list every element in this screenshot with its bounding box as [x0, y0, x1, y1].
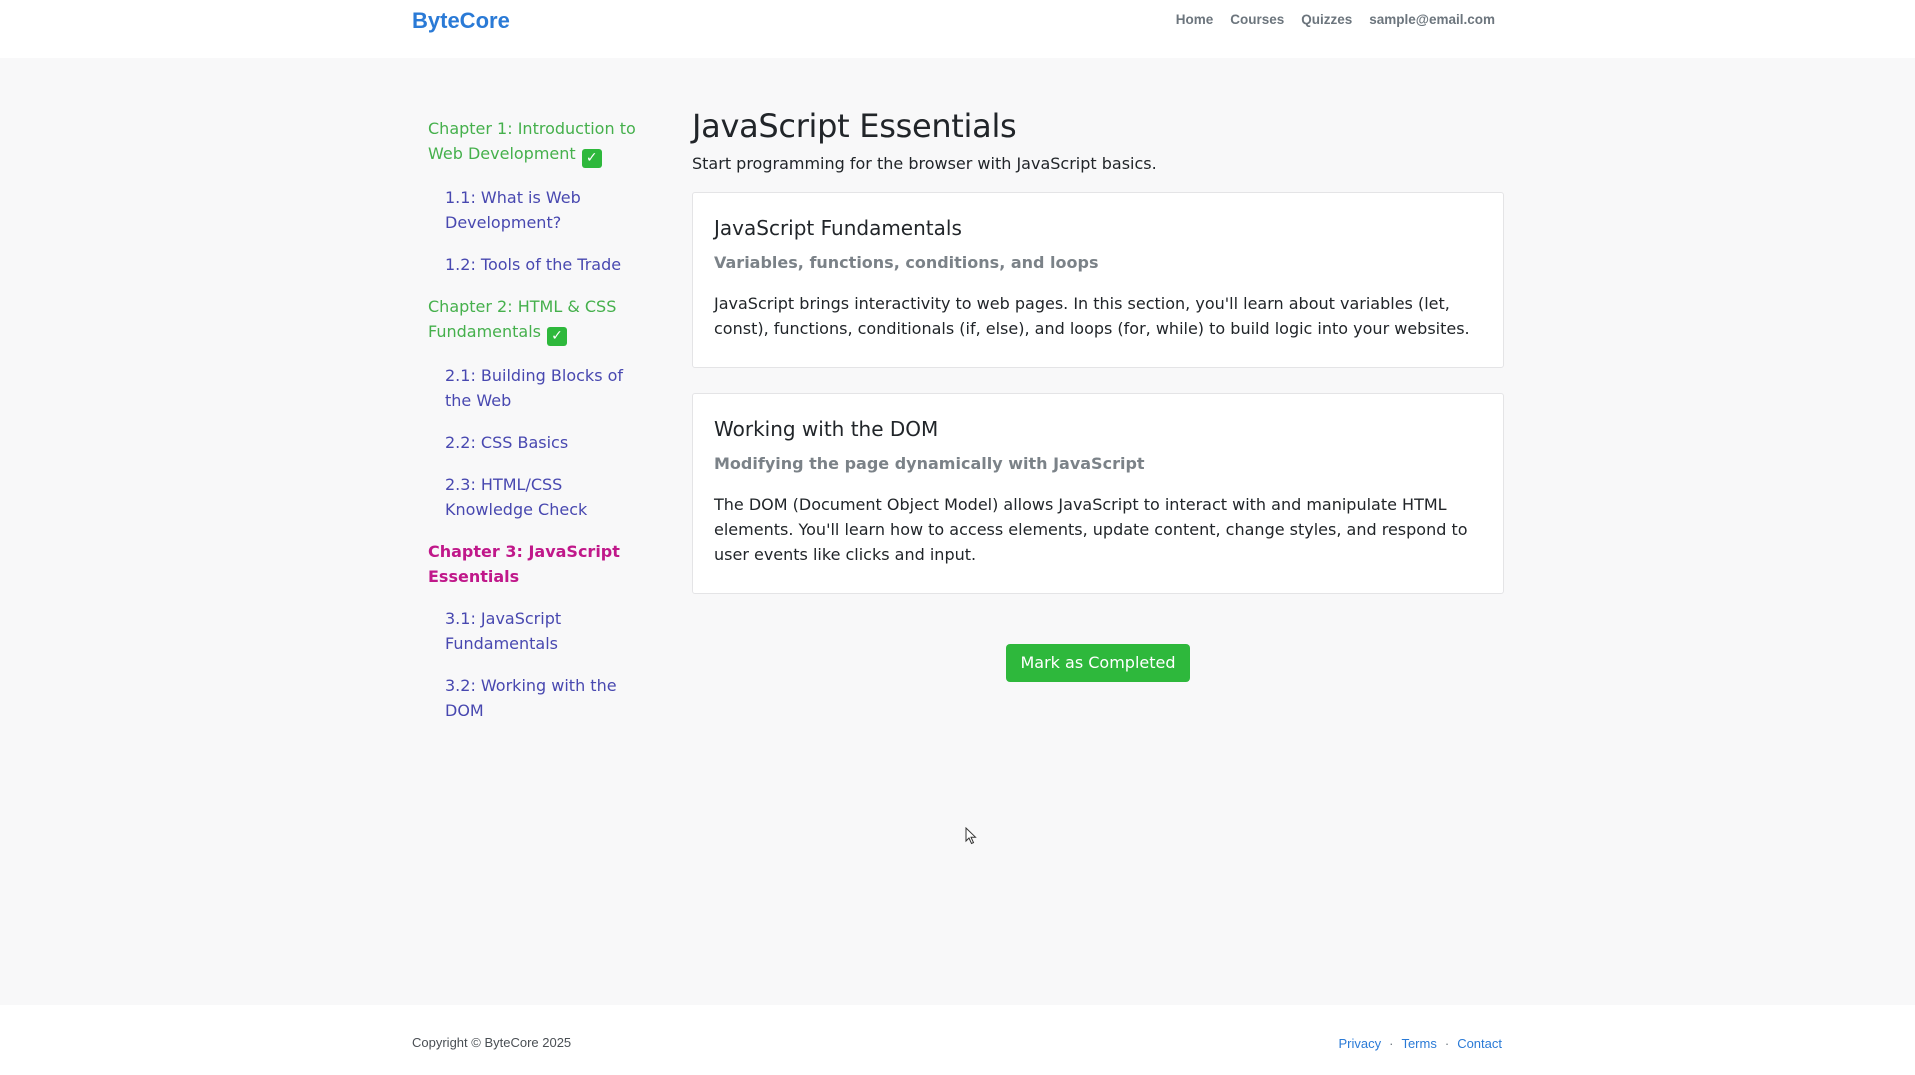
button-row: Mark as Completed	[692, 644, 1504, 682]
sidebar-section-3-2[interactable]: 3.2: Working with the DOM	[428, 673, 644, 723]
nav-courses-link[interactable]: Courses	[1230, 12, 1284, 27]
course-sidebar: Chapter 1: Introduction to Web Developme…	[428, 116, 644, 740]
card-title: JavaScript Fundamentals	[714, 216, 962, 240]
checkmark-icon: ✓	[581, 149, 602, 168]
section-card: Working with the DOM Modifying the page …	[692, 393, 1504, 594]
card-subtitle: Modifying the page dynamically with Java…	[714, 454, 1145, 473]
nav-quizzes-link[interactable]: Quizzes	[1301, 12, 1352, 27]
footer-links: Privacy · Terms · Contact	[1338, 1036, 1502, 1051]
sidebar-item-label: Chapter 2: HTML & CSS Fundamentals	[428, 297, 617, 341]
card-subtitle: Variables, functions, conditions, and lo…	[714, 253, 1099, 272]
chapter-content: JavaScript Essentials Start programming …	[692, 104, 1504, 682]
checkmark-icon: ✓	[547, 327, 567, 346]
card-text: The DOM (Document Object Model) allows J…	[714, 495, 1468, 564]
top-navbar: ByteCore Home Courses Quizzes sample@ema…	[0, 0, 1915, 58]
nav-home-link[interactable]: Home	[1176, 12, 1214, 27]
main-nav: Home Courses Quizzes sample@email.com	[1176, 12, 1495, 27]
sidebar-chapter-2[interactable]: Chapter 2: HTML & CSS Fundamentals ✓	[428, 294, 644, 346]
separator-dot: ·	[1389, 1036, 1394, 1051]
sidebar-section-3-1[interactable]: 3.1: JavaScript Fundamentals	[428, 606, 644, 656]
card-title: Working with the DOM	[714, 417, 939, 441]
sidebar-item-label: Chapter 1: Introduction to Web Developme…	[428, 119, 636, 163]
sidebar-section-1-1[interactable]: 1.1: What is Web Development?	[428, 185, 644, 235]
page-subtitle: Start programming for the browser with J…	[692, 154, 1157, 173]
nav-user-email-link[interactable]: sample@email.com	[1369, 12, 1495, 27]
page-title: JavaScript Essentials	[692, 107, 1017, 145]
sidebar-section-2-1[interactable]: 2.1: Building Blocks of the Web	[428, 363, 644, 413]
sidebar-chapter-1[interactable]: Chapter 1: Introduction to Web Developme…	[428, 116, 644, 168]
card-text: JavaScript brings interactivity to web p…	[714, 294, 1470, 338]
copyright-text: Copyright © ByteCore 2025	[412, 1035, 572, 1050]
privacy-link[interactable]: Privacy	[1338, 1036, 1381, 1051]
terms-link[interactable]: Terms	[1401, 1036, 1436, 1051]
sidebar-section-1-2[interactable]: 1.2: Tools of the Trade	[428, 252, 644, 277]
mark-as-completed-button[interactable]: Mark as Completed	[1006, 644, 1190, 682]
sidebar-section-2-2[interactable]: 2.2: CSS Basics	[428, 430, 644, 455]
mouse-cursor-icon	[965, 827, 977, 845]
separator-dot: ·	[1444, 1036, 1450, 1051]
page-footer: Copyright © ByteCore 2025 Privacy · Term…	[0, 1005, 1915, 1075]
brand-logo-link[interactable]: ByteCore	[412, 8, 510, 34]
sidebar-chapter-3-active[interactable]: Chapter 3: JavaScript Essentials	[428, 539, 644, 589]
contact-link[interactable]: Contact	[1457, 1036, 1502, 1051]
sidebar-section-2-3[interactable]: 2.3: HTML/CSS Knowledge Check	[428, 472, 644, 522]
section-card: JavaScript Fundamentals Variables, funct…	[692, 192, 1504, 368]
